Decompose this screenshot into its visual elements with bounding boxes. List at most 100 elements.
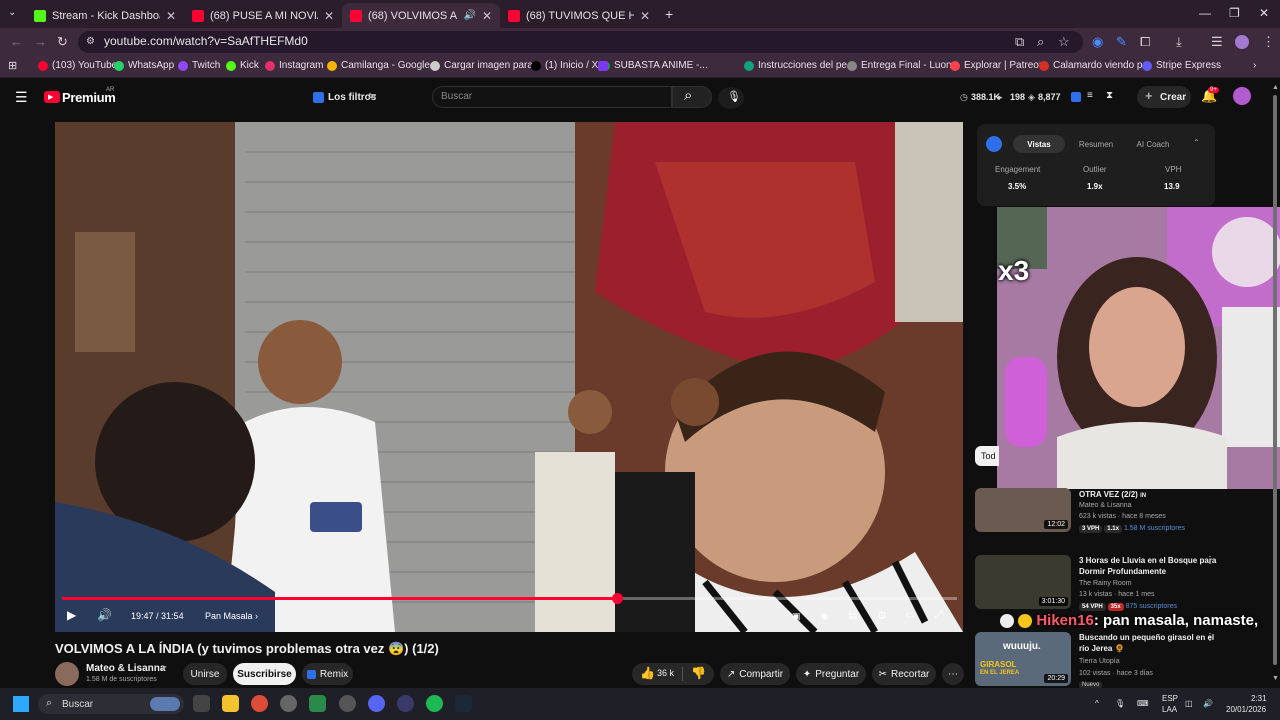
- site-info-icon[interactable]: ⚙: [86, 36, 95, 47]
- settings-app-icon[interactable]: [339, 695, 356, 712]
- language-indicator[interactable]: ESP: [1162, 694, 1178, 703]
- video-player[interactable]: [55, 122, 963, 632]
- collapse-chevron-icon[interactable]: ⌃: [1193, 138, 1200, 147]
- obs-streaming-icon[interactable]: [309, 695, 326, 712]
- tab-ai-coach[interactable]: AI Coach: [1127, 135, 1179, 153]
- bookmark-item[interactable]: Camilanga - Google...: [327, 60, 438, 71]
- recommendation-item[interactable]: 3:01:30 3 Horas de Lluvia en el Bosque p…: [975, 555, 1275, 613]
- channel-name[interactable]: Mateo & Lisanna: [86, 663, 165, 674]
- tray-overflow-icon[interactable]: ^: [1095, 699, 1099, 708]
- extensions-icon[interactable]: ⧠: [1140, 34, 1150, 50]
- bookmark-item[interactable]: Entrega Final - Luon...: [847, 60, 960, 71]
- more-options-icon[interactable]: ⋮: [1205, 555, 1215, 566]
- new-tab-button[interactable]: +: [665, 6, 673, 22]
- install-app-icon[interactable]: ⧉: [1015, 34, 1024, 50]
- scroll-down-arrow[interactable]: ▼: [1272, 675, 1279, 682]
- bookmark-item[interactable]: (1) Inicio / X: [531, 60, 598, 71]
- taskbar-app-1-icon[interactable]: [193, 695, 210, 712]
- clock-date[interactable]: 20/01/2026: [1226, 705, 1266, 714]
- back-icon[interactable]: ←: [10, 34, 23, 49]
- tab-kick-dashboard[interactable]: Stream - Kick Dashboard ✕: [26, 3, 184, 28]
- chapter-button[interactable]: Pan Masala ›: [205, 611, 258, 621]
- bookmark-item[interactable]: Stripe Express: [1142, 60, 1221, 71]
- bookmark-item[interactable]: Twitch: [178, 60, 220, 71]
- autoplay-toggle-icon[interactable]: ◉: [821, 611, 829, 622]
- steam-icon[interactable]: [455, 695, 472, 712]
- play-icon[interactable]: ▶: [67, 608, 76, 622]
- hourglass-icon[interactable]: ⧗: [1106, 90, 1113, 101]
- bookmark-item[interactable]: WhatsApp: [114, 60, 174, 71]
- clip-button[interactable]: ✂ Recortar: [872, 663, 936, 685]
- bookmark-item[interactable]: Instrucciones del pe...: [744, 60, 855, 71]
- network-icon[interactable]: ◫: [1185, 699, 1193, 708]
- volume-tray-icon[interactable]: 🔊: [1203, 699, 1213, 708]
- close-window-icon[interactable]: ✕: [1259, 6, 1269, 20]
- recommendation-item[interactable]: 12:02 OTRA VEZ (2/2) IN Mateo & Lisanna …: [975, 478, 1275, 538]
- tab-tuvimos-que-huir[interactable]: (68) TUVIMOS QUE HUIR DE ÍN ✕: [500, 3, 658, 28]
- tab-puse-a-mi-novia[interactable]: (68) PUSE A MI NOVIA EN PELI ✕: [184, 3, 342, 28]
- media-icon[interactable]: ☰: [1211, 34, 1223, 50]
- windows-start-icon[interactable]: [13, 696, 29, 712]
- tab-search-icon[interactable]: ⌄: [8, 7, 16, 18]
- discord-icon[interactable]: [368, 695, 385, 712]
- zoom-icon[interactable]: ⌕: [1037, 34, 1044, 50]
- recommendation-item[interactable]: wuuuju. GIRASOL EN EL JEREA 20:29 Buscan…: [975, 630, 1275, 688]
- bookmark-item[interactable]: Explorar | Patreon: [950, 60, 1044, 71]
- iq-extension-icon[interactable]: [1071, 92, 1081, 102]
- subscribe-button[interactable]: Suscribirse: [233, 663, 296, 685]
- theater-mode-icon[interactable]: ▭: [905, 610, 914, 621]
- speaker-icon[interactable]: 🔊: [463, 10, 475, 21]
- tab-resumen[interactable]: Resumen: [1070, 135, 1122, 153]
- like-icon[interactable]: 👍: [640, 666, 655, 680]
- close-tab-icon[interactable]: ✕: [166, 9, 176, 23]
- file-explorer-icon[interactable]: [222, 695, 239, 712]
- bookmark-item[interactable]: Instagram: [265, 60, 323, 71]
- page-scrollbar[interactable]: [1273, 95, 1277, 665]
- bookmark-item[interactable]: Cargar imagen para...: [430, 60, 541, 71]
- more-options-icon[interactable]: ⋮: [1205, 632, 1215, 643]
- hamburger-menu-icon[interactable]: ☰: [15, 89, 28, 106]
- dislike-icon[interactable]: 👎: [691, 666, 706, 680]
- bookmark-star-icon[interactable]: ☆: [1058, 34, 1070, 50]
- account-avatar[interactable]: [1233, 87, 1251, 105]
- recommendation-thumbnail[interactable]: 12:02: [975, 488, 1071, 532]
- taskbar-app-8-icon[interactable]: [397, 695, 414, 712]
- settings-gear-icon[interactable]: ⚙: [877, 609, 887, 622]
- list-icon[interactable]: ≡: [1087, 90, 1093, 101]
- scroll-up-arrow[interactable]: ▲: [1272, 84, 1279, 91]
- tab-volvimos-a-la-india[interactable]: (68) VOLVIMOS A LA ÍNDIA 🔊 ✕: [342, 3, 500, 28]
- recommendation-channel[interactable]: Mateo & Lisanna: [1079, 502, 1132, 509]
- filters-toggle-icon[interactable]: ⇆: [368, 91, 376, 102]
- forward-icon[interactable]: →: [34, 34, 47, 49]
- extension-a-icon[interactable]: ◉: [1092, 34, 1103, 50]
- microphone-tray-icon[interactable]: 🎙: [1115, 699, 1125, 708]
- recommendation-channel[interactable]: The Rainy Room: [1079, 580, 1132, 587]
- download-icon[interactable]: ⤓: [1176, 34, 1182, 50]
- bookmark-item[interactable]: (103) YouTube: [38, 60, 117, 71]
- more-actions-button[interactable]: ⋯: [942, 663, 964, 685]
- tab-vistas[interactable]: Vistas: [1013, 135, 1065, 153]
- recommendation-thumbnail[interactable]: wuuuju. GIRASOL EN EL JEREA 20:29: [975, 632, 1071, 686]
- clock-time[interactable]: 2:31: [1251, 694, 1267, 703]
- minimize-icon[interactable]: —: [1199, 6, 1211, 20]
- keyboard-tray-icon[interactable]: ⌨: [1137, 699, 1149, 708]
- bookmark-item[interactable]: Calamardo viendo p...: [1039, 60, 1151, 71]
- reload-icon[interactable]: ↻: [57, 34, 68, 50]
- fullscreen-icon[interactable]: ⤢: [934, 609, 943, 622]
- chrome-icon[interactable]: [251, 695, 268, 712]
- profile-avatar[interactable]: [1235, 35, 1249, 49]
- join-button[interactable]: Unirse: [183, 663, 227, 685]
- url-text[interactable]: youtube.com/watch?v=SaAfTHEFMd0: [104, 34, 308, 48]
- close-tab-icon[interactable]: ✕: [640, 9, 650, 23]
- extension-b-icon[interactable]: ✎: [1116, 34, 1127, 50]
- bookmark-item[interactable]: SUBASTA ANIME -...: [600, 60, 708, 71]
- bookmark-item[interactable]: Kick: [226, 60, 259, 71]
- volume-icon[interactable]: 🔊: [97, 608, 112, 622]
- close-tab-icon[interactable]: ✕: [324, 9, 334, 23]
- apps-grid-icon[interactable]: ⊞: [8, 59, 17, 72]
- progress-scrubber[interactable]: [612, 593, 623, 604]
- ask-button[interactable]: ✦ Preguntar: [796, 663, 866, 685]
- share-button[interactable]: ↗ Compartir: [720, 663, 790, 685]
- recommendation-thumbnail[interactable]: 3:01:30: [975, 555, 1071, 609]
- taskbar-app-4-icon[interactable]: [280, 695, 297, 712]
